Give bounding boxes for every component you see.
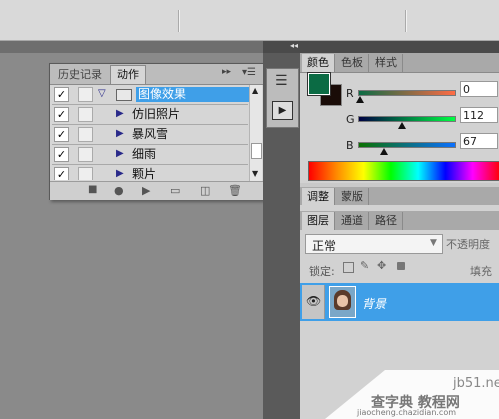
opacity-label: 不透明度 (446, 238, 490, 251)
chevron-down-icon: ▼ (430, 238, 437, 248)
channel-r-slider[interactable] (358, 90, 456, 96)
action-dialog-checkbox[interactable] (78, 107, 93, 122)
lock-pixels-icon[interactable]: ✎ (360, 259, 369, 272)
canvas-header (0, 41, 263, 53)
adjust-panel-tabbar: 调整 蒙版 (300, 187, 499, 207)
tab-styles[interactable]: 样式 (370, 54, 403, 72)
history-dock-icon[interactable]: ☰ (275, 73, 288, 89)
tab-channels[interactable]: 通道 (336, 212, 369, 230)
channel-g-value[interactable]: 112 (460, 107, 498, 123)
color-spectrum[interactable] (308, 161, 499, 181)
channel-b-thumb[interactable] (380, 148, 388, 155)
action-toggle-checkbox[interactable]: ✓ (54, 87, 69, 102)
action-dialog-checkbox[interactable] (78, 167, 93, 180)
record-icon[interactable]: ● (114, 184, 124, 197)
color-panel-tabbar: 颜色 色板 样式 (300, 53, 499, 73)
layer-name[interactable]: 背景 (362, 295, 386, 312)
action-row[interactable]: ✓ ▶ 颗片 (52, 165, 248, 180)
action-toggle-checkbox[interactable]: ✓ (54, 167, 69, 180)
tab-adjustments[interactable]: 调整 (302, 188, 335, 206)
lock-position-icon[interactable]: ✥ (377, 259, 386, 272)
tab-paths[interactable]: 路径 (370, 212, 403, 230)
expand-right-icon[interactable]: ▶ (116, 128, 124, 139)
tab-swatches[interactable]: 色板 (336, 54, 369, 72)
action-label: 仿旧照片 (132, 107, 181, 121)
actions-dock-icon[interactable]: ▶ (272, 101, 293, 120)
action-row[interactable]: ✓ ▶ 暴风雪 (52, 125, 248, 145)
tab-history[interactable]: 历史记录 (52, 66, 108, 84)
options-separator (178, 10, 180, 32)
channel-b-slider[interactable] (358, 142, 456, 148)
collapse-dock-icon[interactable]: ◂◂ (290, 41, 298, 50)
action-dialog-checkbox[interactable] (78, 147, 93, 162)
action-label: 暴风雪 (132, 127, 169, 141)
action-set-label: 图像效果 (136, 87, 250, 102)
scroll-up-icon[interactable]: ▲ (252, 86, 258, 95)
channel-g-label: G (346, 113, 355, 126)
layer-thumbnail[interactable] (329, 286, 356, 318)
blend-mode-value: 正常 (312, 239, 337, 253)
channel-g-thumb[interactable] (398, 122, 406, 129)
action-row[interactable]: ✓ ▶ 细雨 (52, 145, 248, 165)
collapse-icon[interactable]: ▸▸ (222, 67, 231, 77)
options-bar (0, 0, 499, 41)
action-toggle-checkbox[interactable]: ✓ (54, 107, 69, 122)
foreground-color-swatch[interactable] (307, 72, 331, 96)
expand-right-icon[interactable]: ▶ (116, 148, 124, 159)
actions-panel: 历史记录 动作 ▸▸ ▾☰ ✓ ▽ 图像效果 ✓ ▶ 仿旧照片 ✓ ▶ 暴风雪 … (49, 63, 264, 200)
channel-r-value[interactable]: 0 (460, 81, 498, 97)
options-separator (405, 10, 407, 32)
scroll-down-icon[interactable]: ▼ (252, 169, 258, 178)
channel-r-label: R (346, 87, 354, 100)
channel-r-thumb[interactable] (356, 96, 364, 103)
action-toggle-checkbox[interactable]: ✓ (54, 147, 69, 162)
tab-masks[interactable]: 蒙版 (336, 188, 369, 206)
action-dialog-checkbox[interactable] (78, 127, 93, 142)
tab-layers[interactable]: 图层 (302, 212, 335, 230)
scroll-thumb[interactable] (251, 143, 262, 159)
channel-b-value[interactable]: 67 (460, 133, 498, 149)
expand-right-icon[interactable]: ▶ (116, 108, 124, 119)
tab-actions[interactable]: 动作 (110, 65, 146, 84)
action-toggle-checkbox[interactable]: ✓ (54, 127, 69, 142)
lock-label: 锁定: (309, 265, 335, 278)
expand-right-icon[interactable]: ▶ (116, 168, 124, 179)
actions-scrollbar[interactable]: ▲ ▼ (249, 85, 262, 181)
watermark: jb51.net 查字典 教程网 jiaocheng.chazidian.com (325, 370, 499, 419)
tab-color[interactable]: 颜色 (302, 54, 335, 72)
watermark-domain: jb51.net (453, 376, 499, 391)
dock-header: ◂◂ (263, 41, 499, 53)
action-label: 细雨 (132, 147, 157, 161)
play-icon[interactable]: ▶ (142, 184, 150, 197)
panel-menu-icon[interactable]: ▾☰ (242, 67, 256, 78)
delete-icon[interactable]: 🗑 (228, 184, 242, 197)
channel-g-slider[interactable] (358, 116, 456, 122)
dock-buttons: ☰ ▶ (266, 68, 299, 128)
lock-all-icon[interactable] (397, 262, 405, 270)
eye-icon: 👁 (306, 294, 322, 308)
thumbnail-face (337, 295, 348, 307)
action-label: 颗片 (132, 167, 157, 180)
channel-b-label: B (346, 139, 354, 152)
action-dialog-checkbox[interactable] (78, 87, 93, 102)
action-row-set[interactable]: ✓ ▽ 图像效果 (52, 85, 250, 105)
actions-toolbar: ■ ● ▶ ▭ ◫ 🗑 (50, 181, 263, 200)
fill-label: 填充 (470, 265, 492, 278)
stop-icon[interactable]: ■ (88, 184, 97, 195)
new-set-icon[interactable]: ▭ (170, 184, 180, 197)
layer-visibility-toggle[interactable]: 👁 (302, 285, 325, 319)
actions-panel-tabbar: 历史记录 动作 ▸▸ ▾☰ (50, 64, 263, 85)
expand-down-icon[interactable]: ▽ (98, 88, 106, 99)
action-row[interactable]: ✓ ▶ 仿旧照片 (52, 105, 248, 125)
layers-panel-tabbar: 图层 通道 路径 (300, 211, 499, 231)
blend-mode-select[interactable]: 正常 ▼ (305, 234, 443, 254)
lock-transparency-icon[interactable] (343, 262, 354, 273)
new-action-icon[interactable]: ◫ (200, 184, 210, 197)
watermark-url: jiaocheng.chazidian.com (357, 408, 457, 417)
folder-icon (116, 89, 132, 101)
